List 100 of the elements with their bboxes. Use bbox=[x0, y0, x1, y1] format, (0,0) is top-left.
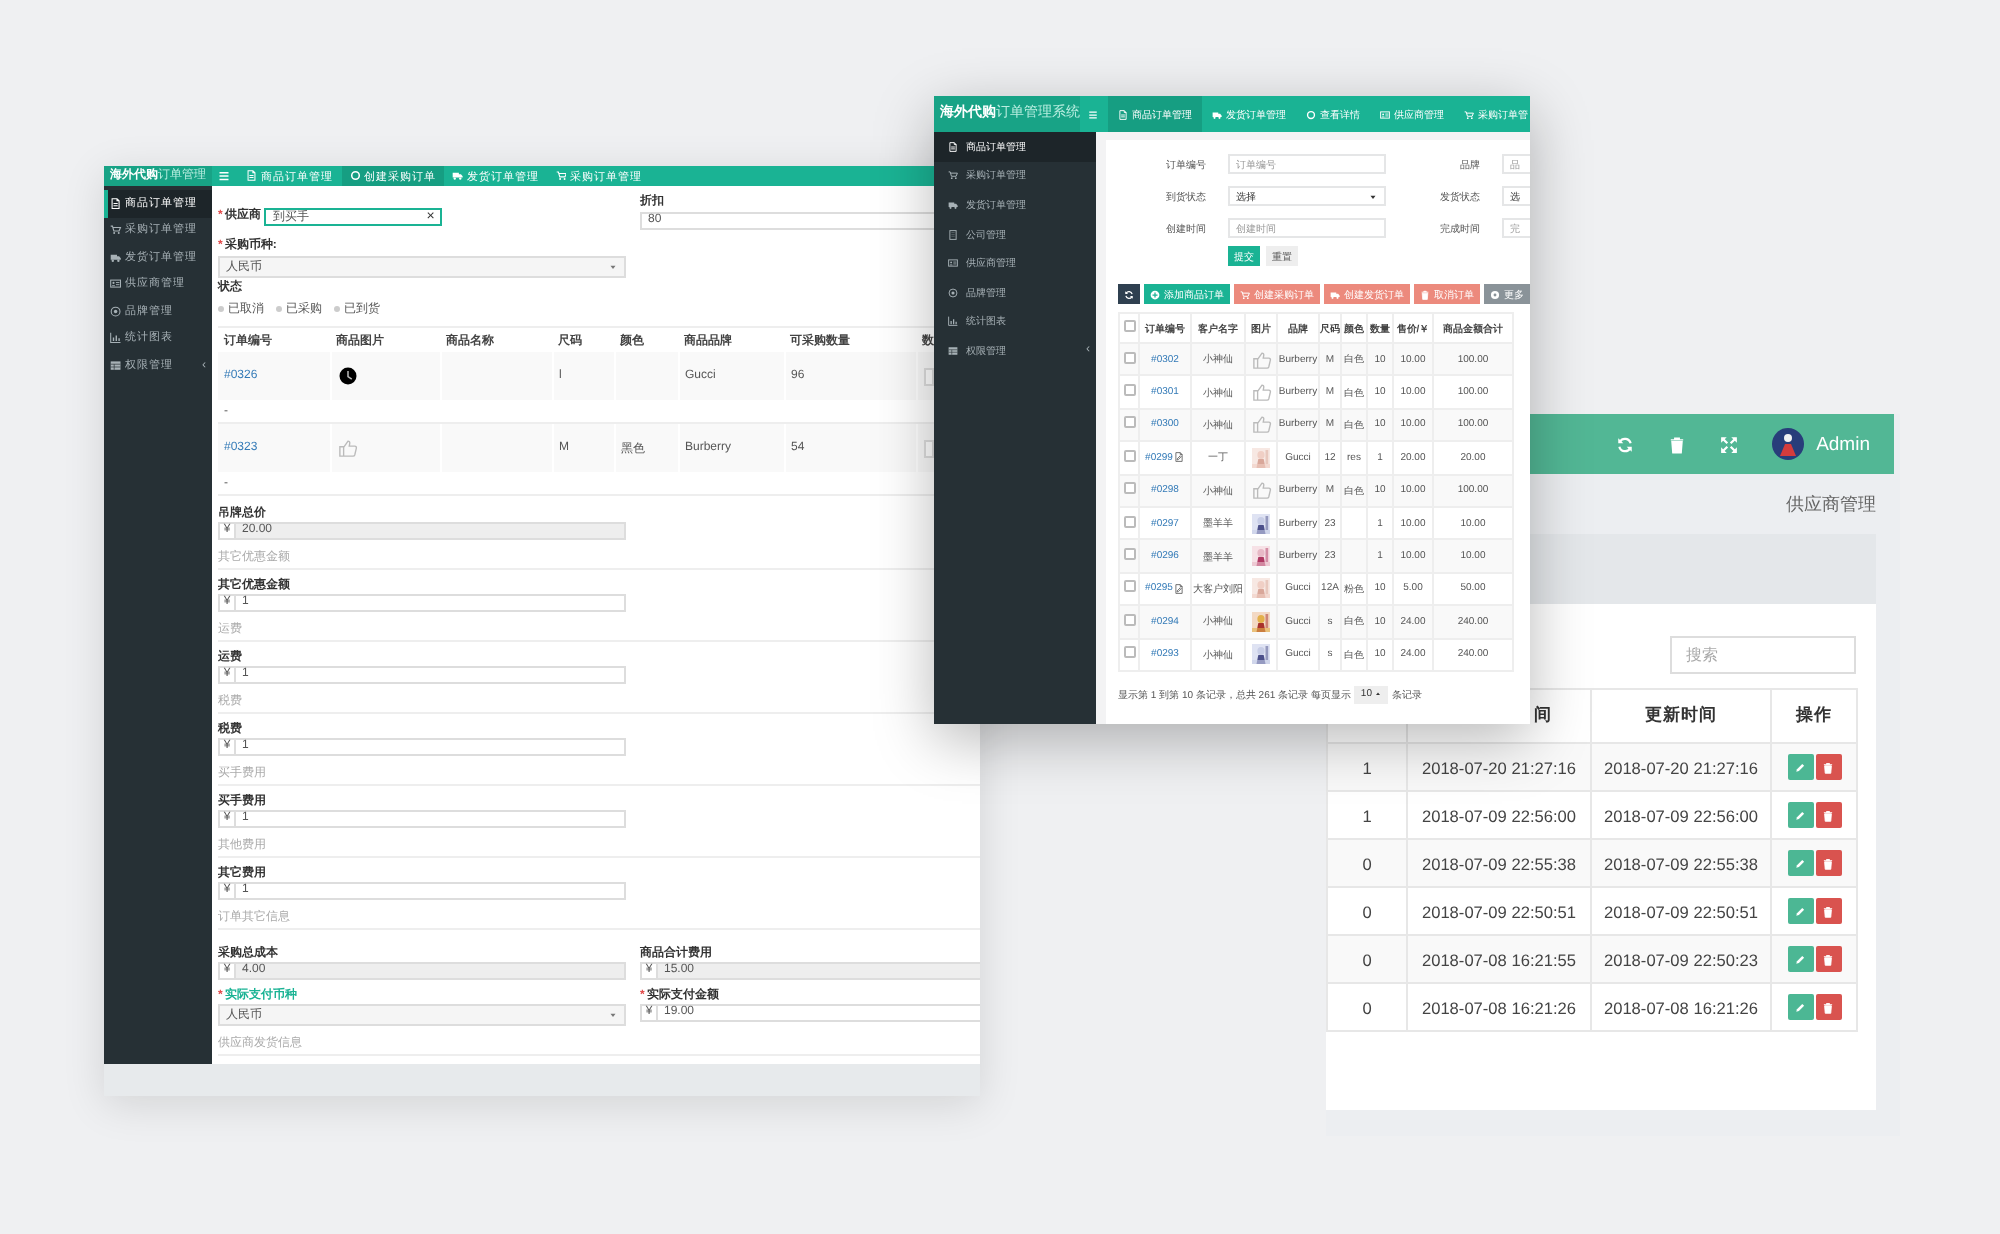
truck-icon bbox=[452, 170, 463, 182]
ring-icon bbox=[1306, 109, 1316, 119]
thumbs-up-icon bbox=[337, 438, 357, 458]
trash-icon bbox=[1822, 905, 1834, 917]
checkbox[interactable] bbox=[1123, 646, 1135, 659]
pencil-icon bbox=[1794, 857, 1806, 869]
edit-button[interactable] bbox=[1787, 850, 1813, 876]
table-cell: 2018-07-09 22:56:00 bbox=[1421, 805, 1577, 825]
cart-icon bbox=[948, 170, 958, 181]
checkbox[interactable] bbox=[1123, 515, 1135, 528]
table-cell: 2018-07-08 16:21:55 bbox=[1421, 949, 1577, 969]
truck-icon bbox=[1330, 289, 1340, 299]
cart-icon bbox=[110, 224, 122, 237]
table-cell: 2018-07-09 22:50:23 bbox=[1603, 949, 1759, 969]
table-cell: 2018-07-09 22:55:38 bbox=[1421, 853, 1577, 873]
id-card-icon bbox=[1380, 109, 1390, 119]
table-cell: 2018-07-09 22:55:38 bbox=[1603, 853, 1759, 873]
pencil-icon bbox=[1794, 953, 1806, 965]
trash-icon bbox=[1822, 809, 1834, 821]
checkbox[interactable] bbox=[1123, 416, 1135, 429]
table-cell: 2018-07-09 22:50:51 bbox=[1421, 901, 1577, 921]
note-icon bbox=[1174, 452, 1185, 463]
quantity-field[interactable] bbox=[923, 439, 933, 457]
caret-icon bbox=[608, 262, 618, 272]
checkbox[interactable] bbox=[1123, 548, 1135, 561]
caret-icon bbox=[1368, 191, 1378, 201]
id-card-icon bbox=[110, 278, 122, 291]
document-icon bbox=[246, 170, 257, 182]
delete-button[interactable] bbox=[1815, 802, 1841, 828]
pencil-icon bbox=[1794, 1001, 1806, 1013]
circle-icon bbox=[110, 305, 122, 318]
table-cell: 2018-07-08 16:21:26 bbox=[1603, 997, 1759, 1017]
edit-button[interactable] bbox=[1787, 754, 1813, 780]
document-icon bbox=[948, 141, 958, 152]
menu-icon[interactable] bbox=[218, 170, 230, 182]
cart-icon bbox=[1240, 289, 1250, 299]
cart-icon bbox=[1464, 109, 1474, 119]
table-cell: 0 bbox=[1362, 949, 1372, 969]
delete-button[interactable] bbox=[1815, 754, 1841, 780]
truck-icon bbox=[948, 199, 958, 210]
document-icon bbox=[110, 197, 122, 210]
trash-icon bbox=[1822, 953, 1834, 965]
caret-icon bbox=[608, 1010, 618, 1020]
cart-icon bbox=[555, 170, 566, 182]
table-cell: 2018-07-20 21:27:16 bbox=[1421, 757, 1577, 777]
trash-icon bbox=[1822, 1001, 1834, 1013]
thumbs-up-icon bbox=[1251, 349, 1271, 370]
truck-icon bbox=[1212, 109, 1222, 119]
id-card-icon bbox=[948, 258, 958, 269]
delete-button[interactable] bbox=[1815, 898, 1841, 924]
breadcrumb: 供应商管理 bbox=[1786, 492, 1876, 518]
table-cell: 0 bbox=[1362, 997, 1372, 1017]
clock-icon bbox=[337, 366, 357, 386]
trash-icon bbox=[1822, 761, 1834, 773]
table-cell: 2018-07-08 16:21:26 bbox=[1421, 997, 1577, 1017]
avatar[interactable] bbox=[1772, 428, 1805, 460]
table-icon bbox=[948, 345, 958, 356]
delete-button[interactable] bbox=[1815, 850, 1841, 876]
table-cell: 2018-07-20 21:27:16 bbox=[1603, 757, 1759, 777]
pencil-icon bbox=[1794, 809, 1806, 821]
trash-icon bbox=[1822, 857, 1834, 869]
edit-button[interactable] bbox=[1787, 946, 1813, 972]
edit-button[interactable] bbox=[1787, 994, 1813, 1020]
delete-button[interactable] bbox=[1815, 994, 1841, 1020]
checkbox[interactable] bbox=[1123, 449, 1135, 462]
checkbox[interactable] bbox=[1123, 613, 1135, 626]
settings-icon bbox=[1490, 289, 1500, 299]
table-cell: 2018-07-09 22:50:51 bbox=[1603, 901, 1759, 921]
thumbs-up-icon bbox=[1251, 382, 1271, 403]
table-cell: 2018-07-09 22:56:00 bbox=[1603, 805, 1759, 825]
circle-icon bbox=[948, 287, 958, 298]
pencil-icon bbox=[1794, 905, 1806, 917]
checkbox[interactable] bbox=[1123, 351, 1135, 364]
refresh-icon bbox=[1124, 289, 1134, 299]
bar-chart-icon bbox=[948, 316, 958, 327]
refresh-icon[interactable] bbox=[1616, 435, 1635, 453]
thumbs-up-icon bbox=[1251, 414, 1271, 435]
expand-icon[interactable] bbox=[1720, 435, 1739, 453]
delete-button[interactable] bbox=[1815, 946, 1841, 972]
edit-button[interactable] bbox=[1787, 802, 1813, 828]
checkbox[interactable] bbox=[1123, 320, 1135, 332]
checkbox[interactable] bbox=[1123, 384, 1135, 397]
refresh-button[interactable] bbox=[1118, 284, 1140, 304]
plus-icon bbox=[1150, 289, 1160, 299]
table-cell: 1 bbox=[1362, 805, 1372, 825]
ring-icon bbox=[349, 170, 360, 182]
checkbox[interactable] bbox=[1123, 482, 1135, 495]
table-cell: 0 bbox=[1362, 901, 1372, 921]
truck-icon bbox=[110, 251, 122, 264]
menu-icon[interactable] bbox=[1088, 109, 1098, 119]
checkbox[interactable] bbox=[1123, 580, 1135, 593]
edit-button[interactable] bbox=[1787, 898, 1813, 924]
table-icon bbox=[110, 359, 122, 372]
trash-icon[interactable] bbox=[1668, 435, 1687, 453]
trash-icon bbox=[1420, 289, 1430, 299]
quantity-field[interactable] bbox=[923, 367, 933, 385]
building-icon bbox=[948, 229, 958, 240]
bar-chart-icon bbox=[110, 332, 122, 345]
document-icon bbox=[1118, 109, 1128, 119]
pencil-icon bbox=[1794, 761, 1806, 773]
